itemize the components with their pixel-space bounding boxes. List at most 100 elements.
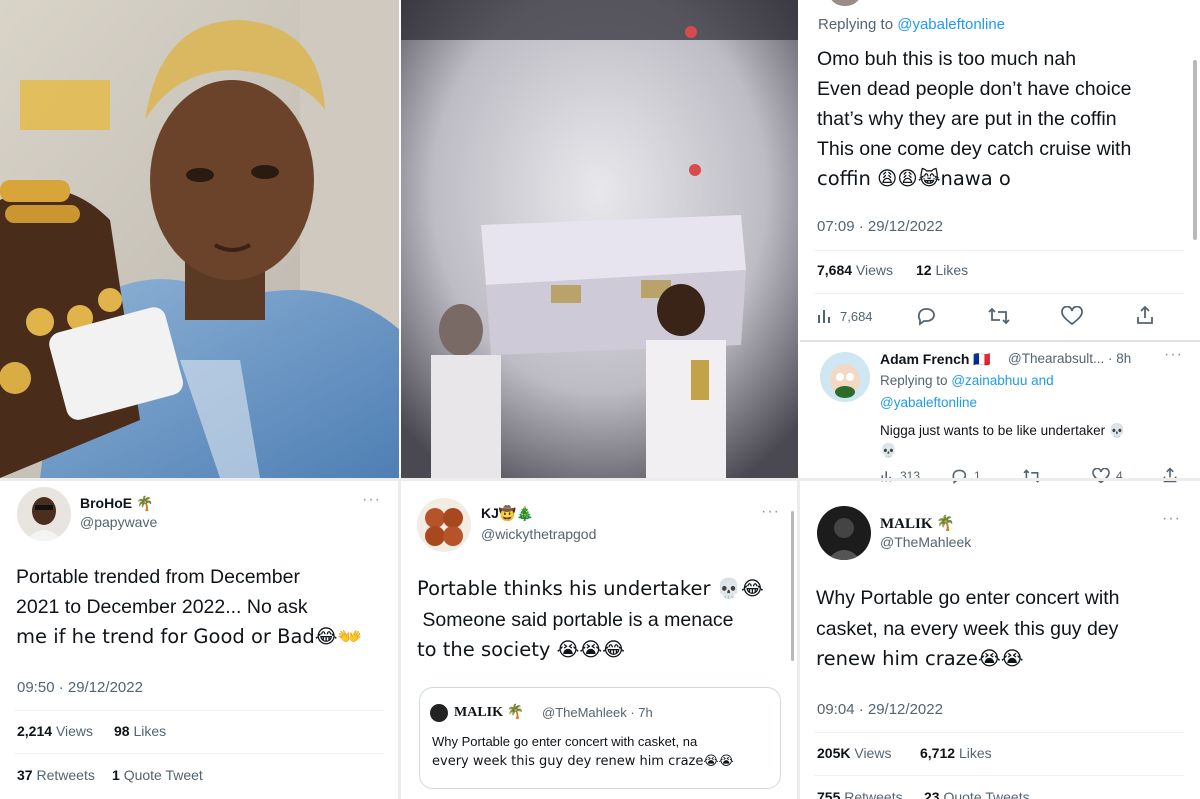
tweet-text: Portable trended from December 2021 to D… [16,563,391,652]
retweets-count: 755 [817,789,841,799]
quoted-display-name: MALIK 🌴 [454,705,524,720]
avatar[interactable] [820,352,870,402]
like-button[interactable]: 4 [1092,468,1123,484]
divider [814,732,1184,733]
views-stat[interactable]: 2,214 Views [17,723,93,739]
tweet-text-line: Nigga just wants to be like undertaker 💀 [880,423,1126,438]
tweet-reply-coffin[interactable]: Replying to @yabaleftonline Omo buh this… [800,0,1200,340]
share-button[interactable] [1135,305,1155,325]
tweet-text: Nigga just wants to be like undertaker 💀… [880,421,1126,461]
divider [14,710,384,711]
views-label: Views [854,745,892,761]
divider [14,753,384,754]
tweet-text-line: Portable thinks his undertaker 💀😂 [417,577,764,600]
tweet-text: Omo buh this is too much nah Even dead p… [817,44,1192,194]
more-icon[interactable]: ··· [1162,510,1181,528]
more-icon[interactable]: ··· [761,503,780,521]
likes-stat[interactable]: 98 Likes [114,723,166,739]
likes-stat[interactable]: 12 Likes [916,262,968,278]
retweet-icon [988,307,1010,325]
heart-icon [1061,306,1083,326]
speech-bubble-icon [917,308,935,326]
speech-bubble-icon [952,469,967,484]
likes-count: 12 [916,262,932,278]
tweet-text: Why Portable go enter concert with caske… [816,583,1191,675]
likes-stat[interactable]: 6,712 Likes [920,745,992,761]
replying-to: Replying to @yabaleftonline [818,16,1005,33]
replying-prefix: Replying to [880,373,948,388]
quoted-text: Why Portable go enter concert with caske… [432,732,777,772]
divider [814,250,1184,251]
scrollbar[interactable] [1193,60,1197,240]
timestamp[interactable]: 07:09 · 29/12/2022 [817,218,943,235]
bar-chart-icon [818,310,830,323]
tweet-kj[interactable]: KJ🤠🎄 @wickythetrapgod ··· Portable think… [401,481,797,799]
tweet-text-line: to the society 😭😭😂 [417,638,625,661]
timestamp[interactable]: 09:04 · 29/12/2022 [817,701,943,718]
replying-prefix: Replying to [818,16,894,33]
tweet-text-line: renew him craze😭😭 [816,647,1024,670]
photo-casket [401,0,798,478]
tweet-adam-french[interactable]: Adam French 🇫🇷 @Thearabsult... · 8h ··· … [800,342,1200,494]
quotes-stat[interactable]: 1 Quote Tweet [112,767,203,783]
retweets-stat[interactable]: 37 Retweets [17,767,95,783]
photo-portrait [0,0,400,478]
views-label: Views [55,723,94,739]
mention-link[interactable]: @zainabhuu and [951,373,1053,388]
divider [814,775,1184,776]
handle[interactable]: @TheMahleek [880,534,971,550]
tweet-text-line: coffin 😩😩😹nawa o [817,167,1011,190]
avatar[interactable] [417,498,471,552]
tweet-text-line: Someone said portable is a menace [417,608,734,631]
quotes-stat[interactable]: 23 Quote Tweets [924,789,1030,799]
quotes-label: Quote Tweets [943,789,1030,799]
likes-label: Likes [133,723,167,739]
quoted-handle: @TheMahleek · 7h [542,705,653,720]
like-button[interactable] [1061,306,1083,326]
display-name[interactable]: MALIK 🌴 [880,514,955,533]
retweets-stat[interactable]: 755 Retweets [817,789,903,799]
reply-button[interactable]: 1 [950,468,981,484]
tweet-text-line: Portable trended from December [16,566,300,588]
retweet-button[interactable] [1022,468,1042,484]
display-name[interactable]: KJ🤠🎄 [481,505,534,522]
avatar[interactable] [817,506,871,560]
handle[interactable]: @papywave [80,514,157,530]
tweet-text-line: This one come dey catch cruise with [817,138,1132,160]
tweet-text-line: Why Portable go enter concert with [816,587,1120,609]
views-stat[interactable]: 205K Views [817,745,891,761]
views-count: 7,684 [817,262,853,278]
reply-button[interactable] [915,306,937,326]
tweet-text-line: that’s why they are put in the coffin [817,108,1117,130]
tweet-text-line: Omo buh this is too much nah [817,48,1077,70]
views-label: Views [855,262,894,278]
tweet-brohoe[interactable]: BroHoE 🌴 @papywave ··· Portable trended … [0,481,398,799]
replying-to: Replying to @zainabhuu and [880,373,1054,388]
mention-link[interactable]: @yabaleftonline [897,16,1005,33]
tweet-text-line: casket, na every week this guy dey [816,617,1119,640]
scrollbar[interactable] [791,511,794,661]
handle[interactable]: @Thearabsult... · 8h [1008,351,1131,366]
retweets-count: 37 [17,767,33,783]
likes-label: Likes [958,745,992,761]
mention-link[interactable]: @yabaleftonline [880,395,977,410]
more-icon[interactable]: ··· [1164,346,1183,364]
retweets-label: Retweets [844,789,903,799]
views-stat[interactable]: 7,684 Views [817,262,893,278]
quoted-text-line: Why Portable go enter concert with caske… [432,734,698,749]
quoted-tweet[interactable]: MALIK 🌴 @TheMahleek · 7h Why Portable go… [419,687,781,789]
likes-count: 6,712 [920,745,956,761]
tweet-malik[interactable]: MALIK 🌴 @TheMahleek ··· Why Portable go … [800,494,1200,799]
timestamp[interactable]: 09:50 · 29/12/2022 [17,679,143,696]
display-name[interactable]: Adam French 🇫🇷 [880,351,991,368]
more-icon[interactable]: ··· [362,491,381,509]
avatar [828,0,862,6]
views-button[interactable]: 7,684 [816,307,873,325]
handle[interactable]: @wickythetrapgod [481,526,596,542]
tweet-text-line: Even dead people don’t have choice [817,78,1132,100]
views-action-count: 7,684 [840,308,873,324]
heart-icon [1092,468,1110,484]
retweet-button[interactable] [987,306,1011,326]
avatar[interactable] [17,487,71,541]
display-name[interactable]: BroHoE 🌴 [80,495,153,512]
